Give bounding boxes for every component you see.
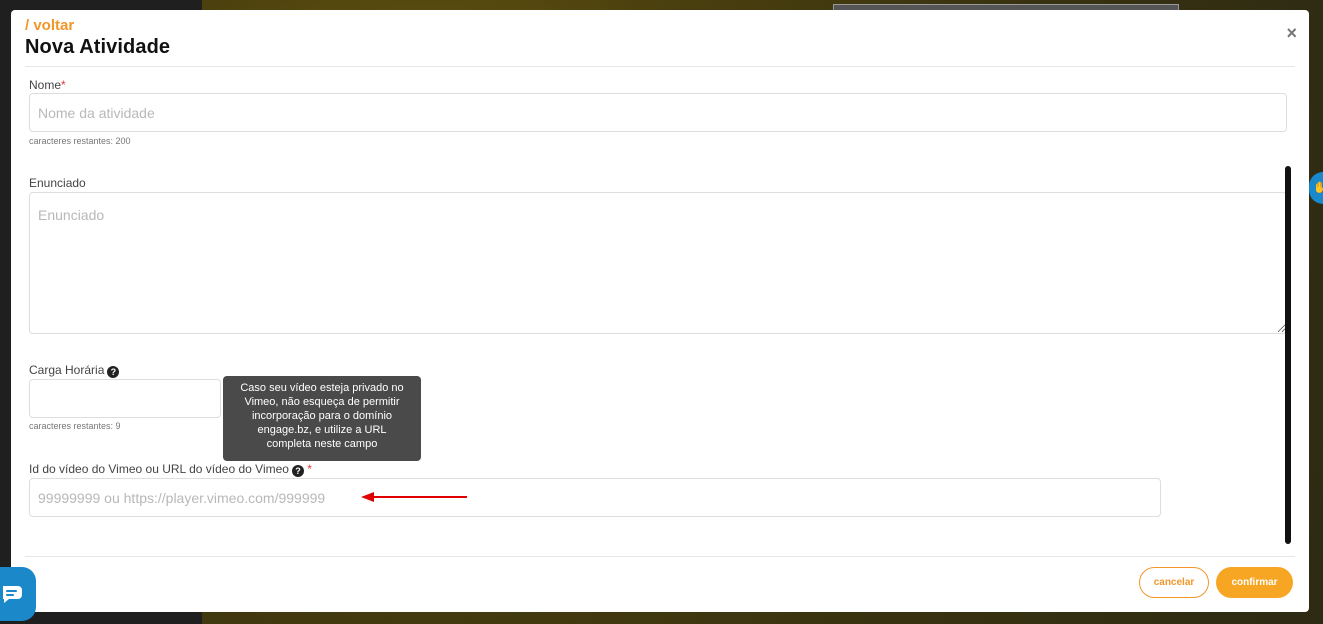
tooltip-line: Caso seu vídeo esteja privado no xyxy=(240,382,404,394)
carga-horaria-input[interactable] xyxy=(29,379,221,418)
cancel-button[interactable]: cancelar xyxy=(1139,567,1209,598)
vimeo-label: Id do vídeo do Vimeo ou URL do vídeo do … xyxy=(29,462,312,477)
header-divider xyxy=(25,66,1295,67)
nome-required-mark: * xyxy=(61,78,66,92)
chat-bubble-icon xyxy=(3,586,22,603)
annotation-arrow xyxy=(361,492,467,502)
enunciado-label: Enunciado xyxy=(29,176,86,190)
question-circle-icon[interactable]: ? xyxy=(107,366,120,378)
scrollbar[interactable] xyxy=(1285,166,1291,544)
back-link[interactable]: / voltar xyxy=(25,17,74,34)
tooltip-line: engage.bz, e utilize a URL xyxy=(257,424,387,436)
chat-widget[interactable] xyxy=(0,567,36,621)
carga-horaria-label-text: Carga Horária xyxy=(29,363,105,377)
close-icon[interactable]: × xyxy=(1286,24,1297,42)
tooltip-line: incorporação para o domínio xyxy=(251,410,393,422)
nome-label: Nome* xyxy=(29,78,66,92)
new-activity-modal: / voltar Nova Atividade × Nome* caracter… xyxy=(11,10,1309,612)
modal-title: Nova Atividade xyxy=(25,36,171,58)
nome-char-counter: caracteres restantes: 200 xyxy=(29,136,131,146)
nome-input[interactable] xyxy=(29,93,1287,132)
vimeo-required-mark: * xyxy=(307,462,312,476)
vimeo-label-text: Id do vídeo do Vimeo ou URL do vídeo do … xyxy=(29,462,289,476)
carga-horaria-char-counter: caracteres restantes: 9 xyxy=(29,421,121,431)
tooltip-line: Vimeo, não esqueça de permitir xyxy=(244,396,400,408)
confirm-button[interactable]: confirmar xyxy=(1216,567,1293,598)
carga-horaria-label: Carga Horária? xyxy=(29,363,120,378)
question-circle-icon[interactable]: ? xyxy=(291,465,304,477)
vimeo-help-tooltip: Caso seu vídeo esteja privado no Vimeo, … xyxy=(223,376,421,461)
tooltip-line: completa neste campo xyxy=(266,438,378,450)
vimeo-url-input[interactable] xyxy=(29,478,1161,517)
nome-label-text: Nome xyxy=(29,78,62,92)
hand-icon: ✋ xyxy=(1313,182,1323,194)
enunciado-textarea[interactable] xyxy=(29,192,1287,334)
footer-divider xyxy=(25,556,1295,557)
